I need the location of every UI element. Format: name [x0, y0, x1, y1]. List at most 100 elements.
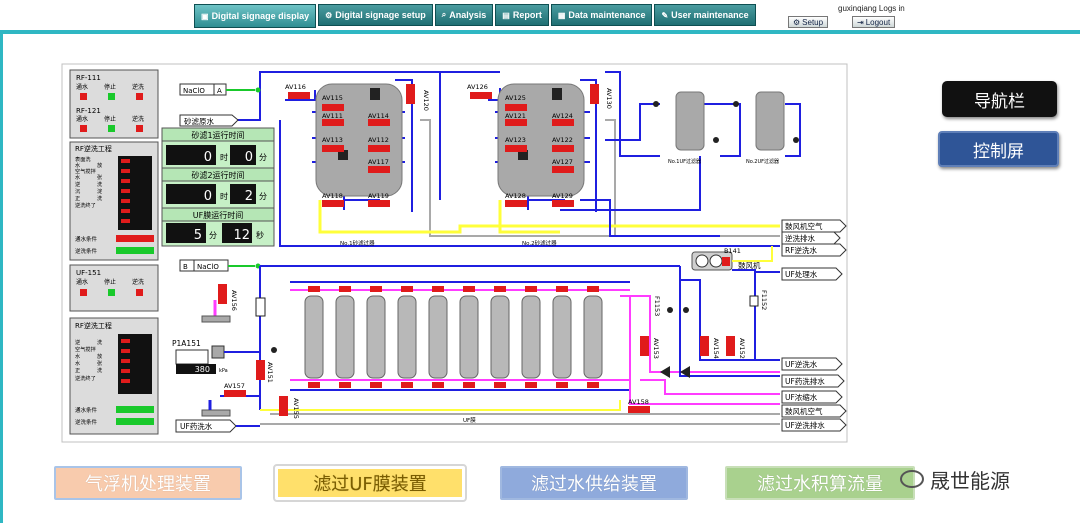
rf111-run-led	[80, 93, 87, 100]
uf-seconds: 12	[233, 228, 250, 243]
pressure-value: 380	[195, 365, 210, 374]
svg-text:AV115: AV115	[322, 94, 343, 102]
uf-membrane-module	[428, 286, 448, 388]
rf121-title: RF-121	[76, 107, 101, 115]
svg-text:AV152: AV152	[738, 338, 746, 359]
svg-text:水: 水	[75, 161, 81, 169]
svg-text:水: 水	[75, 173, 81, 181]
rf121-backwash-led	[136, 125, 143, 132]
svg-text:AV121: AV121	[505, 112, 526, 120]
svg-text:逆洗: 逆洗	[132, 83, 144, 91]
svg-text:AV112: AV112	[368, 136, 389, 144]
flotation-unit-button[interactable]: 气浮机处理装置	[54, 466, 242, 500]
uf-membrane-unit-button[interactable]: 滤过UF膜装置	[273, 464, 467, 502]
svg-text:放: 放	[97, 352, 103, 360]
uf-membrane-module	[366, 286, 386, 388]
svg-text:F1152: F1152	[760, 290, 768, 310]
svg-text:逆洗: 逆洗	[132, 278, 144, 286]
svg-text:淀: 淀	[97, 187, 103, 195]
uf-minutes: 5	[194, 228, 202, 243]
svg-text:AV113: AV113	[322, 136, 343, 144]
filtered-water-supply-button[interactable]: 滤过水供给装置	[500, 466, 688, 500]
svg-text:逆洗: 逆洗	[132, 115, 144, 123]
rf-backwash-condition-led	[116, 247, 154, 254]
control-screen-button[interactable]: 控制屏	[938, 131, 1059, 167]
svg-text:B: B	[183, 263, 188, 271]
rf-status-panel: RF-111 通水 停止 逆洗 RF-121 通水 停止 逆洗	[69, 69, 159, 139]
svg-text:NaClO: NaClO	[197, 263, 219, 271]
svg-text:AV130: AV130	[605, 88, 613, 109]
svg-text:洗: 洗	[97, 338, 103, 346]
svg-text:张: 张	[97, 359, 103, 367]
svg-text:放: 放	[97, 161, 103, 169]
navigation-bar-button[interactable]: 导航栏	[942, 81, 1057, 117]
svg-text:B141: B141	[724, 247, 741, 255]
svg-text:RF逆洗水: RF逆洗水	[785, 245, 818, 255]
svg-text:AV117: AV117	[368, 158, 389, 166]
svg-text:NaClO: NaClO	[183, 87, 205, 95]
svg-text:AV153: AV153	[652, 338, 660, 359]
svg-text:逆洗排水: 逆洗排水	[785, 233, 815, 243]
uf-membrane-module	[459, 286, 479, 388]
svg-text:通水: 通水	[76, 83, 88, 91]
svg-text:AV158: AV158	[628, 398, 649, 406]
svg-text:AV128: AV128	[505, 192, 526, 200]
uf-membrane-module	[490, 286, 510, 388]
svg-text:AV119: AV119	[368, 192, 389, 200]
svg-text:UF药洗排水: UF药洗排水	[785, 376, 825, 386]
svg-text:停止: 停止	[104, 278, 116, 286]
uf151-run-led	[80, 289, 87, 296]
svg-text:AV114: AV114	[368, 112, 389, 120]
svg-text:表面洗: 表面洗	[75, 155, 91, 163]
svg-text:AV111: AV111	[322, 112, 343, 120]
svg-text:AV124: AV124	[552, 112, 573, 120]
svg-text:通水: 通水	[76, 115, 88, 123]
brand-watermark: 晟世能源	[900, 464, 1010, 494]
rf111-backwash-led	[136, 93, 143, 100]
svg-text:AV129: AV129	[552, 192, 573, 200]
lock-icon	[370, 88, 380, 100]
sand2-time-title: 砂滤2运行时间	[191, 170, 244, 180]
rf121-stop-led	[108, 125, 115, 132]
rf121-run-led	[80, 125, 87, 132]
svg-text:AV156: AV156	[230, 290, 238, 311]
svg-text:AV155: AV155	[292, 398, 300, 419]
svg-text:沉: 沉	[75, 187, 81, 195]
svg-text:通水: 通水	[76, 278, 88, 286]
svg-text:No.1砂滤过器: No.1砂滤过器	[340, 239, 375, 247]
svg-text:逆洗条件: 逆洗条件	[75, 418, 98, 426]
filtered-water-flow-button[interactable]: 滤过水积算流量	[725, 466, 915, 500]
svg-text:空气搅拌: 空气搅拌	[75, 345, 96, 353]
svg-text:空气搅拌: 空气搅拌	[75, 167, 96, 175]
uf-process-title: RF逆洗工程	[75, 321, 112, 330]
svg-text:砂滤原水: 砂滤原水	[184, 116, 214, 126]
svg-text:No.2UF过滤器: No.2UF过滤器	[746, 158, 779, 165]
svg-text:张: 张	[97, 173, 103, 181]
svg-text:水: 水	[75, 352, 81, 360]
rf-backwash-process-panel: RF逆洗工程 表面洗 水 放 空气搅拌 水 张 逆 洗 沉 淀 正 洗 逆洗终了	[69, 141, 159, 261]
svg-text:AV116: AV116	[285, 83, 306, 91]
svg-text:鼓风机空气: 鼓风机空气	[785, 221, 823, 231]
svg-text:AV123: AV123	[505, 136, 526, 144]
svg-text:AV157: AV157	[224, 382, 245, 390]
svg-text:停止: 停止	[104, 83, 116, 91]
uf-group-label: UF膜	[463, 416, 476, 424]
svg-text:通水条件: 通水条件	[75, 406, 98, 414]
svg-text:AV126: AV126	[467, 83, 488, 91]
svg-text:逆洗条件: 逆洗条件	[75, 247, 98, 255]
rf111-title: RF-111	[76, 74, 101, 82]
svg-text:洗: 洗	[97, 194, 103, 202]
upper-right-labels: 鼓风机空气 逆洗排水 RF逆洗水	[781, 219, 847, 257]
svg-text:UF逆洗排水: UF逆洗排水	[785, 420, 825, 430]
svg-text:通水条件: 通水条件	[75, 235, 98, 243]
svg-text:逆洗终了: 逆洗终了	[75, 201, 96, 209]
wechat-icon	[900, 470, 924, 488]
svg-text:AV151: AV151	[266, 362, 274, 383]
svg-text:A: A	[217, 87, 222, 95]
svg-text:UF浓缩水: UF浓缩水	[785, 392, 818, 402]
sand2-hours: 0	[204, 189, 212, 204]
uf-membrane-module	[521, 286, 541, 388]
sand1-minutes: 0	[245, 150, 253, 165]
svg-text:分: 分	[209, 231, 217, 240]
svg-text:AV120: AV120	[422, 90, 430, 111]
